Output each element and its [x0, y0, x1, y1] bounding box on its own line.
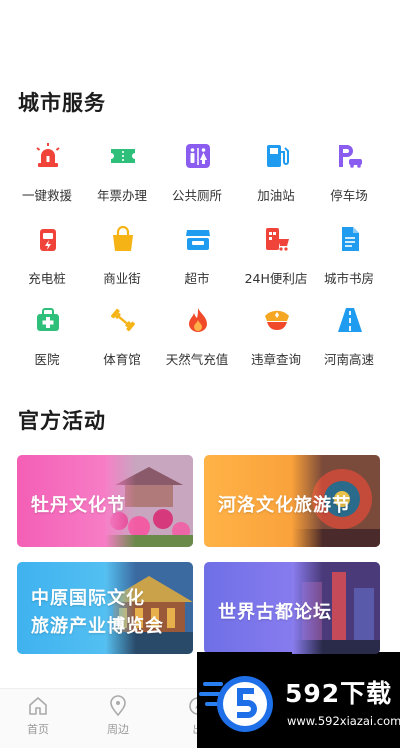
service-annual-ticket[interactable]: 年票办理	[82, 140, 162, 210]
watermark-brand: 592下载	[285, 679, 393, 708]
supermarket-icon	[186, 230, 210, 250]
highway-icon	[338, 308, 362, 332]
activity-card-ancient-capitals-forum[interactable]: 世界古都论坛	[204, 562, 380, 654]
service-label: 天然气充值	[165, 352, 229, 367]
siren-icon	[36, 143, 60, 167]
service-gas-station[interactable]: 加油站	[236, 140, 316, 210]
activity-card-title: 牡丹文化节	[31, 495, 126, 516]
watermark-logo-icon	[199, 676, 273, 732]
watermark-banner: 592下载 www.592xiazai.com	[197, 652, 400, 748]
home-icon	[29, 697, 47, 715]
dumbbell-icon	[111, 308, 135, 332]
service-label: 公共厕所	[171, 188, 222, 203]
service-label: 城市书房	[323, 271, 374, 286]
service-emergency-rescue[interactable]: 一键救援	[7, 140, 87, 210]
police-cap-icon	[265, 310, 289, 330]
activity-card-title-line1: 中原国际文化	[31, 588, 145, 609]
activity-card-peony-festival[interactable]: 牡丹文化节	[17, 455, 193, 547]
activity-card-title: 世界古都论坛	[218, 602, 332, 623]
service-city-library[interactable]: 城市书房	[309, 223, 389, 293]
hospital-icon	[37, 308, 59, 331]
charging-pile-icon	[40, 229, 56, 251]
location-pin-icon	[110, 695, 126, 717]
service-violation-query[interactable]: 违章查询	[236, 304, 316, 374]
service-commercial-street[interactable]: 商业街	[82, 223, 162, 293]
service-hospital[interactable]: 医院	[7, 304, 87, 374]
restroom-icon	[186, 144, 210, 168]
activity-card-title-line2: 旅游产业博览会	[31, 616, 164, 637]
activity-card-culture-tourism-expo[interactable]: 中原国际文化 旅游产业博览会	[17, 562, 193, 654]
document-icon	[342, 227, 359, 251]
service-label: 超市	[184, 271, 210, 286]
service-convenience-store[interactable]: 24H便利店	[236, 223, 316, 293]
tab-home[interactable]: 首页	[8, 695, 68, 737]
flame-icon	[189, 308, 207, 332]
service-supermarket[interactable]: 超市	[157, 223, 237, 293]
service-henan-expressway[interactable]: 河南高速	[309, 304, 389, 374]
tab-nearby[interactable]: 周边	[88, 695, 148, 737]
city-services-title: 城市服务	[18, 91, 106, 115]
service-stadium[interactable]: 体育馆	[82, 304, 162, 374]
store-cart-icon	[266, 228, 289, 251]
service-public-toilet[interactable]: 公共厕所	[157, 140, 237, 210]
service-label: 河南高速	[323, 352, 374, 367]
service-parking[interactable]: 停车场	[309, 140, 389, 210]
ticket-icon	[111, 149, 135, 163]
activity-card-heluo-festival[interactable]: 河洛文化旅游节	[204, 455, 380, 547]
service-natural-gas-recharge[interactable]: 天然气充值	[157, 304, 237, 374]
service-label: 停车场	[330, 188, 368, 203]
watermark-url: www.592xiazai.com	[287, 714, 400, 728]
tab-label: 周边	[107, 723, 129, 736]
tab-label: 首页	[27, 723, 49, 736]
service-charging-pile[interactable]: 充电桩	[7, 223, 87, 293]
parking-icon	[339, 145, 362, 168]
shopping-bag-icon	[113, 225, 133, 251]
activity-card-title: 河洛文化旅游节	[218, 495, 351, 516]
official-activities-title: 官方活动	[18, 409, 106, 433]
gas-station-icon	[267, 145, 289, 167]
